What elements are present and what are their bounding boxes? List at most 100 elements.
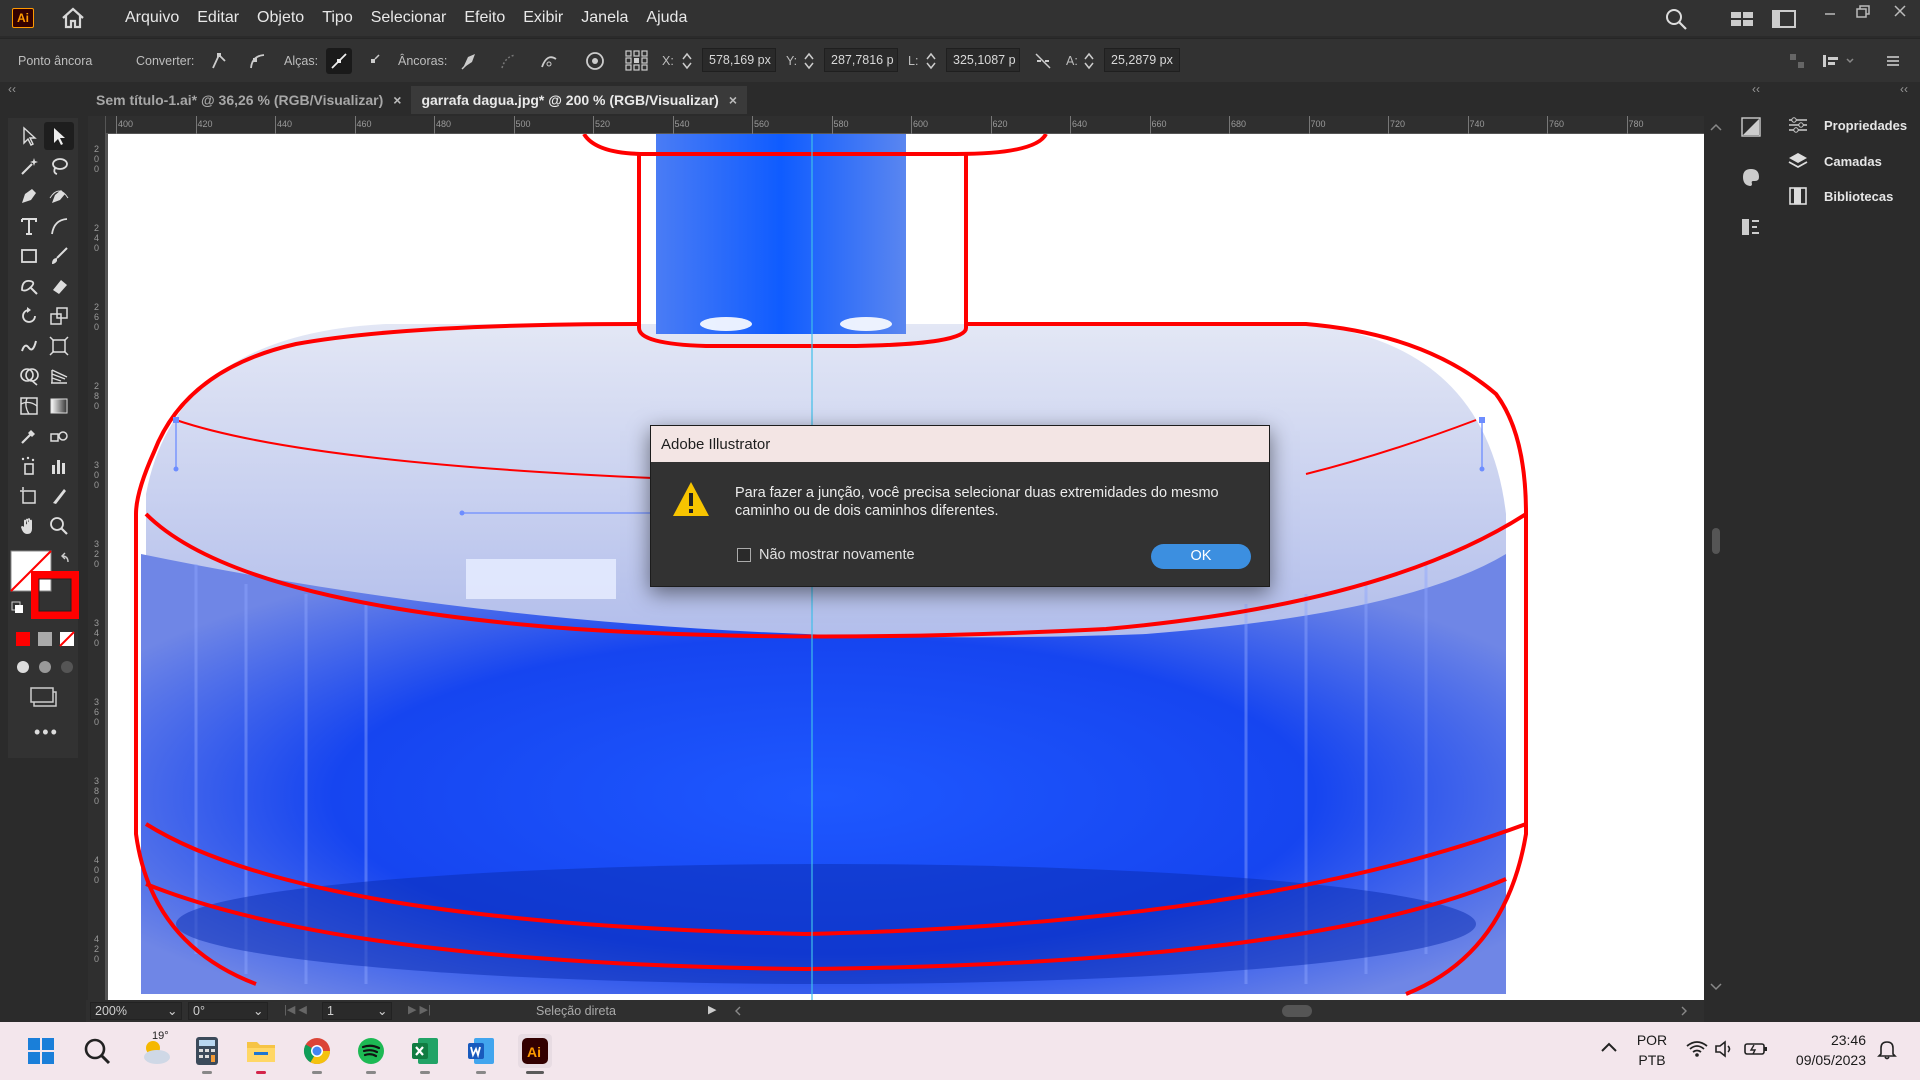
ok-button[interactable]: OK: [1151, 544, 1251, 569]
curvature-tool-icon[interactable]: [44, 182, 74, 210]
warp-tool-icon[interactable]: [14, 332, 44, 360]
selection-tool-icon[interactable]: [14, 122, 44, 150]
color-mode-icon[interactable]: [14, 630, 78, 648]
close-icon[interactable]: [1892, 3, 1908, 19]
show-handles-icon[interactable]: [326, 48, 352, 74]
collapse-panels-icon[interactable]: ‹‹: [1752, 82, 1760, 96]
windows-start-icon[interactable]: [24, 1034, 58, 1068]
collapse-toolbar-icon[interactable]: ‹‹: [8, 82, 16, 96]
tab-untitled[interactable]: Sem título-1.ai* @ 36,26 % (RGB/Visualiz…: [86, 86, 411, 114]
search-icon[interactable]: [1664, 7, 1688, 31]
weather-widget[interactable]: 19°: [134, 1030, 178, 1068]
menu-selecionar[interactable]: Selecionar: [362, 9, 456, 27]
rotation-select[interactable]: 0° ⌄: [188, 1002, 268, 1020]
recolor-icon[interactable]: [582, 48, 608, 74]
eyedropper-icon[interactable]: [14, 422, 44, 450]
spotify-icon[interactable]: [354, 1034, 388, 1074]
dont-show-again-checkbox[interactable]: Não mostrar novamente: [737, 547, 915, 563]
close-tab-icon[interactable]: ×: [393, 92, 401, 108]
width-stepper-icon[interactable]: [924, 48, 938, 74]
wifi-icon[interactable]: [1686, 1040, 1708, 1058]
excel-icon[interactable]: [408, 1034, 442, 1074]
notifications-icon[interactable]: [1876, 1038, 1898, 1060]
word-icon[interactable]: [464, 1034, 498, 1074]
paintbrush-icon[interactable]: [44, 242, 74, 270]
calculator-icon[interactable]: [190, 1034, 224, 1074]
vertical-scrollbar[interactable]: [1704, 116, 1728, 1000]
type-tool-icon[interactable]: [14, 212, 44, 240]
artboard-tool-icon[interactable]: [14, 482, 44, 510]
clock[interactable]: 23:46 09/05/2023: [1788, 1030, 1866, 1070]
illustrator-taskbar-icon[interactable]: Ai: [518, 1034, 552, 1074]
hide-handles-icon[interactable]: [360, 48, 386, 74]
blend-tool-icon[interactable]: [44, 422, 74, 450]
restore-icon[interactable]: [1854, 4, 1872, 20]
line-segment-icon[interactable]: [44, 212, 74, 240]
transform-reference-icon[interactable]: [624, 48, 650, 74]
height-stepper-icon[interactable]: [1082, 48, 1096, 74]
transform-panel-icon[interactable]: [1740, 216, 1762, 238]
x-field[interactable]: 578,169 px: [702, 48, 776, 72]
show-hidden-icons[interactable]: [1600, 1040, 1618, 1054]
pen-tool-icon[interactable]: [14, 182, 44, 210]
connect-anchors-icon[interactable]: [496, 48, 522, 74]
free-transform-icon[interactable]: [44, 332, 74, 360]
isolate-icon[interactable]: [1818, 48, 1858, 74]
close-tab-icon[interactable]: ×: [729, 92, 737, 108]
language-indicator[interactable]: POR PTB: [1636, 1030, 1668, 1070]
chrome-icon[interactable]: [300, 1034, 334, 1074]
panel-menu-icon[interactable]: [1880, 48, 1906, 74]
search-icon[interactable]: [80, 1034, 114, 1068]
arrange-documents-icon[interactable]: [1730, 10, 1754, 28]
height-field[interactable]: 25,2879 px: [1104, 48, 1180, 72]
draw-mode-icon[interactable]: [14, 658, 78, 676]
width-field[interactable]: 325,1087 p: [946, 48, 1020, 72]
volume-icon[interactable]: [1714, 1040, 1736, 1058]
convert-smooth-icon[interactable]: [244, 48, 270, 74]
zoom-select[interactable]: 200% ⌄: [90, 1002, 182, 1020]
align-icon[interactable]: [1784, 48, 1810, 74]
eraser-icon[interactable]: [44, 272, 74, 300]
scale-tool-icon[interactable]: [44, 302, 74, 330]
properties-panel-icon[interactable]: [1740, 116, 1762, 138]
last-artboard-icon[interactable]: ▶ ▶|: [408, 1003, 431, 1016]
menu-exibir[interactable]: Exibir: [514, 9, 572, 27]
screen-mode-icon[interactable]: [30, 686, 60, 708]
rotate-tool-icon[interactable]: [14, 302, 44, 330]
fill-stroke-icon[interactable]: [10, 550, 80, 624]
convert-corner-icon[interactable]: [206, 48, 232, 74]
slice-tool-icon[interactable]: [44, 482, 74, 510]
rectangle-tool-icon[interactable]: [14, 242, 44, 270]
shaper-tool-icon[interactable]: [14, 272, 44, 300]
lasso-icon[interactable]: [44, 152, 74, 180]
cut-path-icon[interactable]: [536, 48, 562, 74]
first-artboard-icon[interactable]: |◀ ◀: [284, 1003, 307, 1016]
menu-arquivo[interactable]: Arquivo: [116, 9, 188, 27]
artboard-select[interactable]: 1 ⌄: [322, 1002, 392, 1020]
column-graph-icon[interactable]: [44, 452, 74, 480]
menu-ajuda[interactable]: Ajuda: [637, 9, 696, 27]
magic-wand-icon[interactable]: [14, 152, 44, 180]
horizontal-scrollbar[interactable]: [732, 1002, 1692, 1020]
hand-tool-icon[interactable]: [14, 512, 44, 540]
home-icon[interactable]: [60, 7, 86, 29]
layers-tab[interactable]: Camadas: [1788, 151, 1882, 171]
direct-selection-tool-icon[interactable]: [44, 122, 74, 150]
perspective-grid-icon[interactable]: [44, 362, 74, 390]
symbol-sprayer-icon[interactable]: [14, 452, 44, 480]
y-field[interactable]: 287,7816 p: [824, 48, 898, 72]
gradient-tool-icon[interactable]: [44, 392, 74, 420]
color-guide-icon[interactable]: [1740, 166, 1762, 188]
zoom-tool-icon[interactable]: [44, 512, 74, 540]
battery-icon[interactable]: [1744, 1040, 1768, 1058]
menu-tipo[interactable]: Tipo: [313, 9, 362, 27]
shape-builder-icon[interactable]: [14, 362, 44, 390]
properties-tab[interactable]: Propriedades: [1788, 116, 1907, 134]
libraries-tab[interactable]: Bibliotecas: [1788, 186, 1893, 206]
workspace-icon[interactable]: [1772, 10, 1796, 28]
file-explorer-icon[interactable]: [244, 1034, 278, 1074]
menu-janela[interactable]: Janela: [572, 9, 637, 27]
constrain-proportions-icon[interactable]: [1030, 48, 1056, 74]
menu-efeito[interactable]: Efeito: [455, 9, 514, 27]
y-stepper-icon[interactable]: [802, 48, 816, 74]
